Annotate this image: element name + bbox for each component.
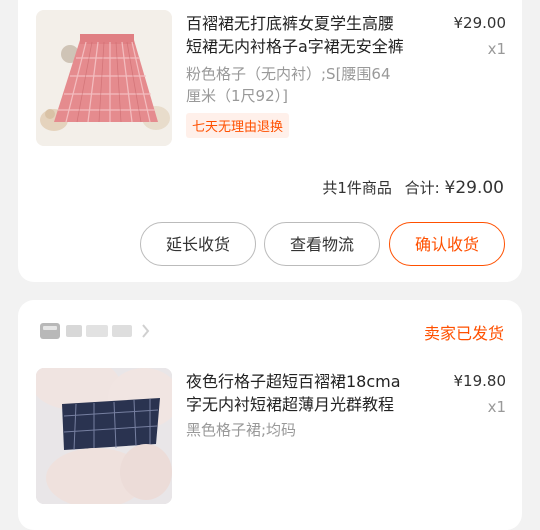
extend-receipt-button[interactable]: 延长收货 xyxy=(140,222,256,266)
navy-plaid-skirt-photo xyxy=(36,368,172,504)
confirm-receipt-button[interactable]: 确认收货 xyxy=(389,222,505,266)
item-count: 共1件商品 xyxy=(322,179,392,197)
product-title[interactable]: 百褶裙无打底裤女夏学生高腰 短裙无内衬格子a字裙无安全裤 xyxy=(186,12,430,58)
product-price: ¥29.00 xyxy=(453,14,507,32)
product-spec-line1: 粉色格子（无内衬）;S[腰围64 xyxy=(186,65,391,83)
product-image[interactable] xyxy=(36,10,172,146)
product-title-line2: 字无内衬短裙超薄月光群教程 xyxy=(186,395,395,414)
product-title-line1: 百褶裙无打底裤女夏学生高腰 xyxy=(186,14,395,33)
return-policy-badge: 七天无理由退换 xyxy=(186,113,290,138)
product-quantity: x1 xyxy=(487,40,506,58)
shop-header[interactable] xyxy=(40,320,150,342)
product-spec-line1: 黑色格子裙;均码 xyxy=(186,421,297,439)
order-status: 卖家已发货 xyxy=(423,324,504,343)
order-card: 卖家已发货 夜色行格子超短百褶裙18cma 字无内衬短裙超薄月光群教程 ¥19.… xyxy=(18,300,522,530)
product-quantity: x1 xyxy=(487,398,506,416)
view-logistics-button[interactable]: 查看物流 xyxy=(264,222,380,266)
pink-plaid-skirt-photo xyxy=(36,10,172,146)
shop-icon xyxy=(40,323,150,339)
total-amount: ¥29.00 xyxy=(444,178,504,198)
order-card: 百褶裙无打底裤女夏学生高腰 短裙无内衬格子a字裙无安全裤 ¥29.00 x1 粉… xyxy=(18,0,522,282)
product-title-line2: 短裙无内衬格子a字裙无安全裤 xyxy=(186,37,404,56)
product-image[interactable] xyxy=(36,368,172,504)
product-title[interactable]: 夜色行格子超短百褶裙18cma 字无内衬短裙超薄月光群教程 xyxy=(186,370,430,416)
product-spec-line2: 厘米（1尺92）] xyxy=(186,87,288,105)
order-summary: 共1件商品 合计: ¥29.00 xyxy=(322,177,504,198)
product-spec: 粉色格子（无内衬）;S[腰围64 厘米（1尺92）] xyxy=(186,63,436,107)
product-title-line1: 夜色行格子超短百褶裙18cma xyxy=(186,372,401,391)
product-price: ¥19.80 xyxy=(453,372,507,390)
total-label: 合计: xyxy=(404,179,440,197)
product-spec: 黑色格子裙;均码 xyxy=(186,419,436,441)
